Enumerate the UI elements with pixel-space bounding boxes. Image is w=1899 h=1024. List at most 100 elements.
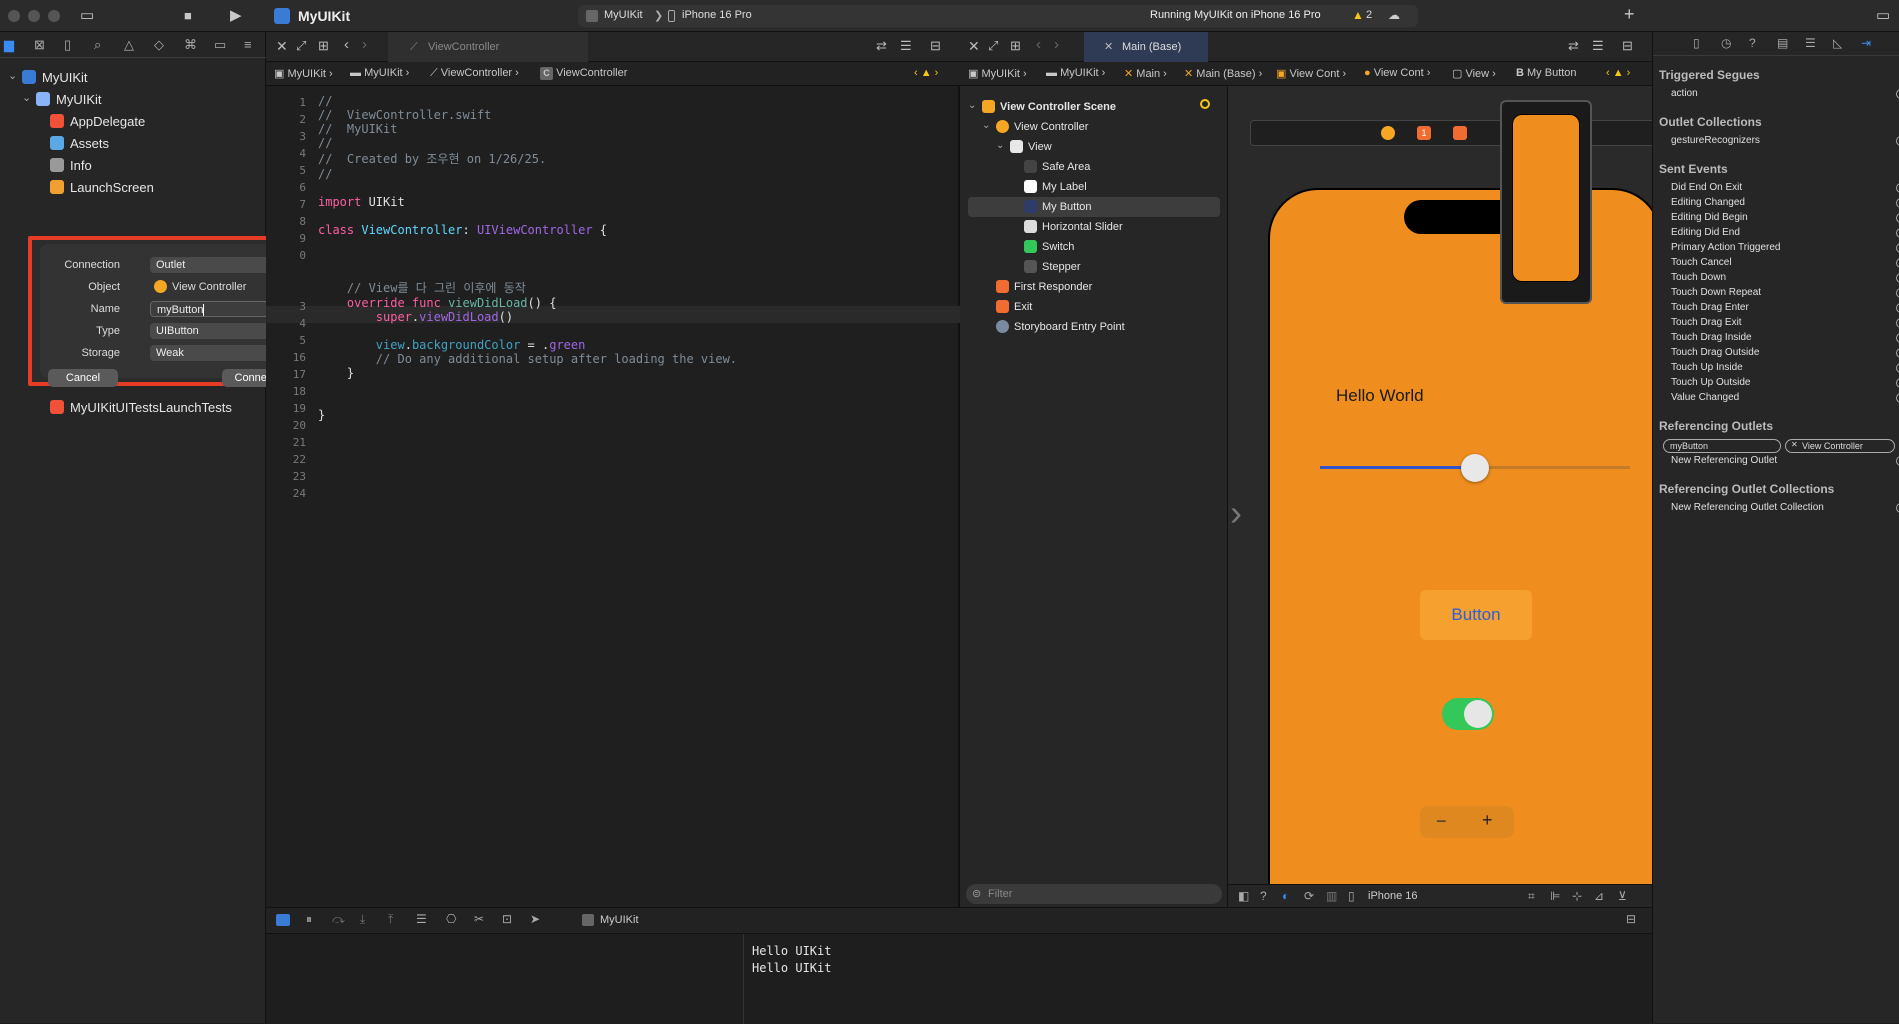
filter-field[interactable]: ⊜ Filter — [966, 884, 1222, 904]
outline-item[interactable]: ⌄ View Controller Scene — [960, 97, 1228, 117]
outline-item[interactable]: Horizontal Slider — [960, 217, 1228, 237]
appearance-icon[interactable]: ◐ — [1282, 889, 1289, 903]
memory-graph-icon[interactable]: ⎔ — [446, 912, 456, 926]
device-selector[interactable]: iPhone 16 Pro — [682, 9, 752, 21]
navigator-item[interactable]: AppDelegate — [0, 110, 266, 132]
breadcrumb-folder[interactable]: ▬ MyUIKit › — [1046, 67, 1105, 79]
console-toggle-icon[interactable]: ⊟ — [1626, 912, 1636, 926]
warning-icon[interactable]: ‹ ▲ › — [1606, 67, 1630, 79]
breadcrumb-button[interactable]: B My Button — [1516, 67, 1577, 79]
close-window-button[interactable] — [8, 10, 20, 22]
breadcrumb-folder[interactable]: ▬ MyUIKit › — [350, 67, 409, 79]
horizontal-slider[interactable] — [1320, 452, 1630, 482]
list-icon[interactable]: ☰ — [1592, 38, 1604, 54]
test-icon[interactable]: ◇ — [154, 37, 164, 53]
report-icon[interactable]: ≡ — [244, 37, 252, 52]
split-icon[interactable]: ⊟ — [930, 38, 941, 54]
breadcrumb-class[interactable]: C ViewController — [540, 67, 627, 80]
minimap[interactable] — [1500, 100, 1592, 304]
tab-viewcontroller[interactable]: ⟋ ViewController — [388, 32, 588, 62]
outlet-connection-row[interactable]: myButton View Controller ✕ — [1663, 439, 1895, 453]
environment-icon[interactable]: ✂ — [474, 912, 484, 926]
list-icon[interactable]: ☰ — [900, 38, 912, 54]
breadcrumb-storyboard-base[interactable]: ✕ Main (Base) › — [1184, 67, 1262, 80]
slider-thumb[interactable] — [1461, 454, 1489, 482]
chevron-down-icon[interactable]: ⌄ — [968, 100, 976, 111]
code-text[interactable]: // // ViewController.swift // MyUIKit //… — [318, 94, 737, 436]
breadcrumb-file[interactable]: ⟋ ViewController › — [430, 67, 519, 80]
switch[interactable] — [1442, 698, 1494, 730]
location-icon[interactable]: ➤ — [530, 912, 540, 926]
exit-icon[interactable] — [1453, 126, 1467, 140]
navigator-item[interactable]: ⌄ MyUIKit — [0, 66, 266, 88]
outline-item[interactable]: My Label — [960, 177, 1228, 197]
back-icon[interactable]: ‹ — [1036, 36, 1041, 53]
help-icon[interactable]: ? — [1260, 889, 1267, 903]
outline-item[interactable]: My Button — [968, 197, 1220, 217]
my-button[interactable]: Button — [1420, 590, 1532, 640]
code-area[interactable]: // // ViewController.swift // MyUIKit //… — [266, 92, 960, 592]
debug-icon[interactable]: ⌘ — [184, 37, 197, 53]
step-out-icon[interactable]: ⤒ — [388, 912, 393, 927]
outline-item[interactable]: Safe Area — [960, 157, 1228, 177]
navigator-item[interactable]: LaunchScreen — [0, 176, 266, 198]
search-icon[interactable]: ⌕ — [94, 37, 101, 53]
outline-toggle-icon[interactable]: ◧ — [1238, 889, 1249, 903]
first-responder-icon[interactable]: 1 — [1417, 126, 1431, 140]
iphone-view[interactable]: Hello World Button − + — [1268, 188, 1662, 888]
chevron-down-icon[interactable]: ⌄ — [8, 69, 17, 82]
expand-icon[interactable]: ⤢ — [988, 38, 998, 54]
expand-icon[interactable]: ⤢ — [296, 38, 306, 54]
my-label[interactable]: Hello World — [1336, 386, 1424, 406]
outline-item[interactable]: ⌄ View — [960, 137, 1228, 157]
device-selector[interactable]: iPhone 16 — [1368, 890, 1418, 902]
run-icon[interactable]: ▶ — [230, 6, 242, 24]
breadcrumb-storyboard[interactable]: ✕ Main › — [1124, 67, 1167, 80]
view-controller-icon[interactable] — [1381, 126, 1395, 140]
outline-item[interactable]: Switch — [960, 237, 1228, 257]
navigator-item[interactable]: Info — [0, 154, 266, 176]
simulate-icon[interactable]: ⊡ — [502, 912, 512, 926]
close-icon[interactable]: ✕ — [276, 38, 288, 55]
view-hierarchy-icon[interactable]: ☰ — [416, 912, 427, 926]
breakpoints-toggle-icon[interactable] — [276, 914, 290, 926]
zoom-window-button[interactable] — [48, 10, 60, 22]
forward-icon[interactable]: › — [362, 36, 367, 53]
sync-icon[interactable]: ⇄ — [1568, 38, 1579, 54]
breadcrumb-view[interactable]: ▢ View › — [1452, 67, 1496, 80]
sidebar-toggle-icon[interactable]: ▭ — [80, 6, 94, 24]
add-icon[interactable]: + — [1624, 4, 1635, 25]
breadcrumb-project[interactable]: ▣ MyUIKit › — [968, 67, 1027, 80]
tab-main-storyboard[interactable]: ✕ Main (Base) — [1084, 32, 1208, 62]
connections-icon[interactable]: ⇥ — [1861, 36, 1871, 50]
chevron-down-icon[interactable]: ⌄ — [22, 91, 31, 104]
breakpoint-icon[interactable]: ▭ — [214, 37, 226, 53]
stepper[interactable]: − + — [1420, 806, 1514, 838]
folder-icon[interactable]: ▆ — [4, 37, 14, 53]
console-output[interactable]: Hello UIKit Hello UIKit — [744, 938, 1652, 1024]
bookmark-icon[interactable]: ▯ — [64, 37, 71, 53]
pause-icon[interactable]: ⏸ — [306, 912, 312, 927]
step-into-icon[interactable]: ⤓ — [360, 912, 365, 927]
minimize-window-button[interactable] — [28, 10, 40, 22]
breadcrumb-controller[interactable]: ● View Cont › — [1364, 67, 1430, 79]
zoom-fit-icon[interactable]: ⌗ — [1528, 889, 1535, 904]
variables-view[interactable] — [266, 934, 744, 1024]
stepper-minus[interactable]: − — [1436, 811, 1447, 832]
remove-connection-icon[interactable]: ✕ — [1791, 440, 1798, 449]
resolve-icon[interactable]: ⊿ — [1594, 889, 1604, 903]
outline-item[interactable]: ⌄ View Controller — [960, 117, 1228, 137]
outline-item[interactable]: Stepper — [960, 257, 1228, 277]
grid-icon[interactable]: ⊞ — [1010, 38, 1021, 54]
identity-icon[interactable]: ▤ — [1777, 36, 1788, 50]
storyboard-canvas[interactable]: › 1 Hello World Button − + ◧ ? ◐ ⟳ ▥ ▯ i… — [1228, 86, 1664, 907]
breadcrumb-scene[interactable]: ▣ View Cont › — [1276, 67, 1346, 80]
back-icon[interactable]: ‹ — [344, 36, 349, 53]
split-icon[interactable]: ⊟ — [1622, 38, 1633, 54]
attributes-icon[interactable]: ☰ — [1805, 36, 1816, 50]
layout-icon[interactable]: ▥ — [1326, 889, 1337, 903]
stepper-plus[interactable]: + — [1482, 810, 1493, 831]
pin-icon[interactable]: ⊹ — [1572, 889, 1582, 903]
issue-icon[interactable]: △ — [124, 37, 134, 53]
size-icon[interactable]: ◺ — [1833, 36, 1842, 50]
